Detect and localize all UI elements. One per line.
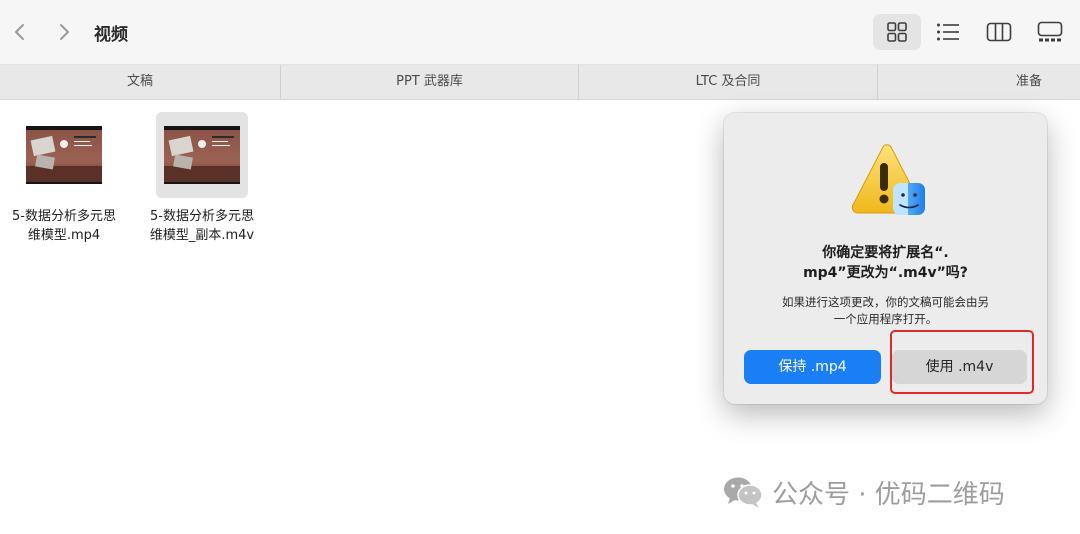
list-icon: [937, 23, 959, 41]
watermark-text: 公众号 · 优码二维码: [772, 479, 1005, 510]
dialog-title-line: mp4”更改为“.m4v”吗?: [803, 265, 968, 281]
icon-view-button[interactable]: [873, 14, 921, 50]
warning-finder-icon: [849, 143, 925, 219]
list-view-button[interactable]: [924, 14, 972, 50]
chevron-right-icon: [60, 24, 69, 40]
dialog-message-line: 如果进行这项更改，你的文稿可能会由另: [782, 295, 989, 309]
file-item-mp4[interactable]: 5-数据分析多元思 维模型.mp4: [0, 112, 134, 245]
watermark: 公众号 · 优码二维码: [722, 472, 1005, 512]
dialog-message: 如果进行这项更改，你的文稿可能会由另 一个应用程序打开。: [754, 294, 1017, 328]
file-name-line: 5-数据分析多元思: [12, 209, 116, 224]
gallery-icon: [1037, 21, 1063, 42]
forward-button[interactable]: [52, 18, 76, 46]
chevron-left-icon: [15, 24, 24, 40]
dialog-title-line: 你确定要将扩展名“.: [822, 245, 949, 261]
video-thumbnail: [164, 126, 240, 184]
tab-bar: 文稿 PPT 武器库 LTC 及合同 准备: [0, 65, 1080, 100]
tab-prepare[interactable]: 准备: [878, 65, 1080, 99]
file-name[interactable]: 5-数据分析多元思 维模型_副本.m4v: [132, 207, 272, 245]
file-item-m4v[interactable]: 5-数据分析多元思 维模型_副本.m4v: [132, 112, 272, 245]
file-name-line: 维模型.mp4: [27, 228, 101, 243]
finder-toolbar: 视频: [0, 0, 1080, 65]
video-thumbnail: [26, 126, 102, 184]
file-name[interactable]: 5-数据分析多元思 维模型.mp4: [0, 207, 134, 245]
window-title: 视频: [94, 25, 128, 45]
columns-icon: [986, 22, 1012, 42]
file-name-line: 5-数据分析多元思: [150, 209, 254, 224]
file-name-line: 维模型_副本.m4v: [149, 228, 255, 243]
keep-mp4-button[interactable]: 保持 .mp4: [744, 350, 881, 384]
grid-icon: [887, 22, 907, 42]
tab-ppt-arsenal[interactable]: PPT 武器库: [281, 65, 579, 99]
wechat-icon: [724, 477, 763, 508]
dialog-title: 你确定要将扩展名“. mp4”更改为“.m4v”吗?: [744, 243, 1027, 283]
file-thumbnail-wrap: [156, 112, 248, 198]
column-view-button[interactable]: [975, 14, 1023, 50]
dialog-message-line: 一个应用程序打开。: [833, 312, 938, 326]
gallery-view-button[interactable]: [1026, 14, 1074, 50]
tab-prepare-label: 准备: [1015, 74, 1042, 89]
red-highlight-box: [890, 330, 1034, 394]
tab-ltc-contracts[interactable]: LTC 及合同: [579, 65, 878, 99]
tab-documents[interactable]: 文稿: [0, 65, 281, 99]
back-button[interactable]: [8, 18, 32, 46]
file-thumbnail-wrap: [18, 112, 110, 198]
